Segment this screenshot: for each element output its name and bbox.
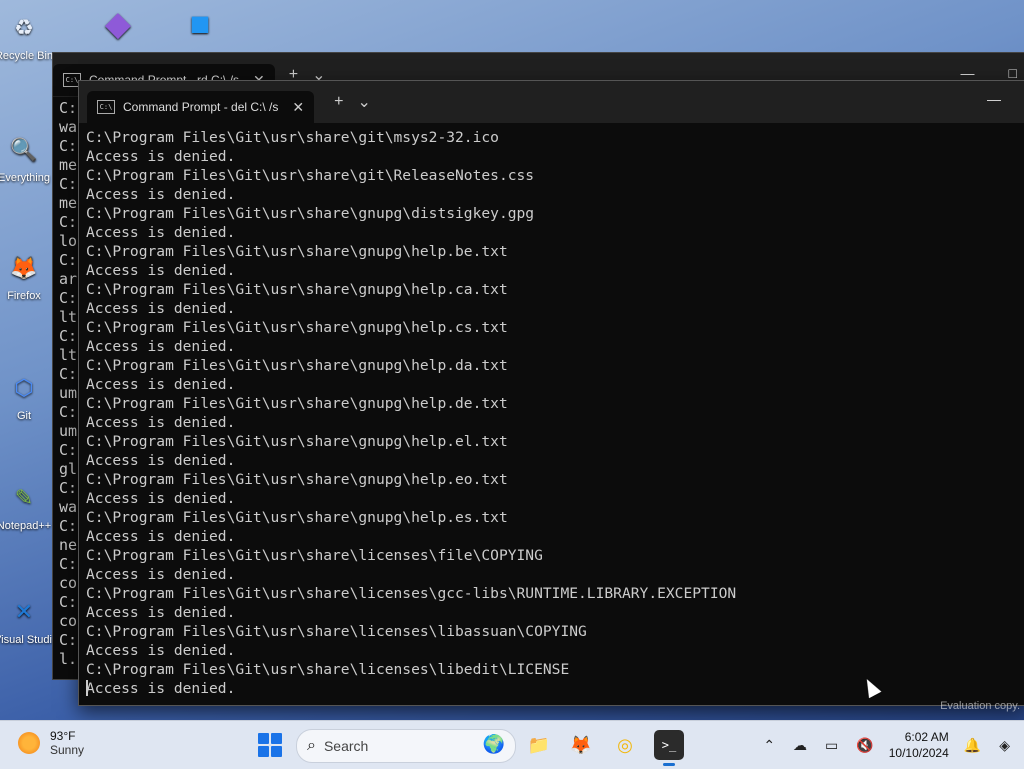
app-icon: ✕ <box>14 599 34 624</box>
weather-widget[interactable]: 93°F Sunny <box>18 729 84 757</box>
terminal-line-text: Access is denied. <box>86 680 236 697</box>
tab-dropdown-button[interactable]: ⌄ <box>357 92 370 112</box>
weather-temperature: 93°F <box>50 729 76 743</box>
app-icon: ◆ <box>104 5 132 43</box>
app-icon: ⬡ <box>14 375 34 400</box>
terminal-line: Access is denied. <box>86 452 236 469</box>
terminal-line: C:\Program Files\Git\usr\share\gnupg\hel… <box>86 395 508 412</box>
desktop-icon-label: Visual Studio Code <box>0 634 88 646</box>
terminal-line: C:\Program Files\Git\usr\share\gnupg\hel… <box>86 281 508 298</box>
minimize-button[interactable]: — <box>987 91 1001 107</box>
new-tab-button[interactable]: + <box>334 93 343 111</box>
app-icon: 🦊 <box>10 255 38 280</box>
terminal-line: Access is denied. <box>86 414 236 431</box>
terminal-line: C:\Program Files\Git\usr\share\git\msys2… <box>86 129 499 146</box>
search-highlight-icon: 🌍 <box>482 734 505 754</box>
maximize-button[interactable]: □ <box>1009 65 1017 81</box>
terminal-line: Access is denied. <box>86 376 236 393</box>
onedrive-icon[interactable]: ☁ <box>793 737 807 754</box>
tab-command-prompt-del[interactable]: C:\ Command Prompt - del C:\ /s ✕ <box>87 91 315 123</box>
terminal-line: Access is denied. <box>86 224 236 241</box>
cmd-icon: C:\ <box>97 100 115 114</box>
terminal-line: C:\Program Files\Git\usr\share\licenses\… <box>86 547 543 564</box>
desktop-icon-label: Notepad++ <box>0 520 52 532</box>
visual-studio-icon[interactable]: ◆ <box>88 4 148 46</box>
taskbar-search-box[interactable]: ⌕ Search 🌍 <box>296 729 516 763</box>
terminal-line: Access is denied. <box>86 262 236 279</box>
start-button[interactable] <box>258 733 282 757</box>
desktop-icon[interactable]: ⬡ Git <box>0 368 54 422</box>
copilot-icon[interactable]: ◈ <box>999 737 1010 754</box>
firefox-icon[interactable]: 🦊 <box>566 730 596 760</box>
terminal-line: Access is denied. <box>86 642 236 659</box>
terminal-line: C:\Program Files\Git\usr\share\gnupg\hel… <box>86 319 508 336</box>
sun-icon <box>18 732 40 754</box>
file-explorer-icon[interactable]: 📁 <box>524 730 554 760</box>
foreground-terminal-window[interactable]: C:\ Command Prompt - del C:\ /s ✕ + ⌄ — … <box>78 80 1024 706</box>
close-tab-icon[interactable]: ✕ <box>292 99 304 116</box>
minimize-button[interactable]: — <box>961 65 975 81</box>
show-hidden-icons-button[interactable]: ⌃ <box>763 737 775 754</box>
app-icon: ■ <box>189 4 211 43</box>
roblox-icon[interactable]: ■ <box>170 4 230 46</box>
desktop-icon[interactable]: 🔍 Everything <box>0 130 54 184</box>
clock-time: 6:02 AM <box>904 730 949 744</box>
terminal-line: Access is denied. <box>86 528 236 545</box>
terminal-line: C:\Program Files\Git\usr\share\licenses\… <box>86 661 570 678</box>
terminal-line: C:\Program Files\Git\usr\share\licenses\… <box>86 585 737 602</box>
terminal-line: Access is denied. <box>86 148 236 165</box>
clock-date: 10/10/2024 <box>888 746 949 760</box>
desktop-icon-label: Recycle Bin <box>0 50 54 62</box>
volume-muted-icon[interactable]: 🔇 <box>856 737 873 754</box>
search-icon: ⌕ <box>307 737 316 754</box>
desktop-icon[interactable]: 🦊 Firefox <box>0 248 54 302</box>
desktop-icon[interactable]: ♻ Recycle Bin <box>0 8 54 62</box>
system-tray: ⌃ ☁ ▭ 🔇 6:02 AM 10/10/2024 🔔 ◈ <box>754 721 1024 769</box>
desktop-icon-label: Firefox <box>7 290 41 302</box>
terminal-line: Access is denied. <box>86 566 236 583</box>
app-icon: ♻ <box>14 15 34 40</box>
clock[interactable]: 6:02 AM 10/10/2024 <box>889 729 949 761</box>
search-placeholder: Search <box>323 738 369 754</box>
everything-icon[interactable]: ◎ <box>610 730 640 760</box>
terminal-line: C:\Program Files\Git\usr\share\gnupg\hel… <box>86 433 508 450</box>
network-icon[interactable]: ▭ <box>825 737 838 754</box>
terminal-line: Access is denied. <box>86 604 236 621</box>
app-icon: 🔍 <box>10 137 38 162</box>
app-icon: ✎ <box>14 485 34 510</box>
evaluation-watermark: Evaluation copy. <box>940 700 1020 712</box>
tab-title: Command Prompt - del C:\ /s <box>123 100 279 114</box>
terminal-line: C:\Program Files\Git\usr\share\licenses\… <box>86 623 587 640</box>
taskbar: 93°F Sunny ⌕ Search 🌍 📁 🦊 ◎ >_ ⌃ ☁ ▭ 🔇 6:02… <box>0 720 1024 769</box>
terminal-line-current: Access is denied. <box>86 679 1024 698</box>
terminal-line: C:\Program Files\Git\usr\share\gnupg\hel… <box>86 357 508 374</box>
terminal-icon[interactable]: >_ <box>654 730 684 766</box>
desktop-icon[interactable]: ✎ Notepad++ <box>0 478 54 532</box>
desktop-icon-label: Git <box>16 410 32 422</box>
terminal-line: C:\Program Files\Git\usr\share\gnupg\dis… <box>86 205 535 222</box>
windows-logo-icon <box>258 733 269 744</box>
desktop-icon-label: Everything <box>0 172 50 184</box>
terminal-line: Access is denied. <box>86 490 236 507</box>
title-bar[interactable]: C:\ Command Prompt - del C:\ /s ✕ + ⌄ — <box>79 81 1024 123</box>
terminal-line: Access is denied. <box>86 338 236 355</box>
notification-bell-icon[interactable]: 🔔 <box>964 737 981 754</box>
terminal-line: C:\Program Files\Git\usr\share\git\Relea… <box>86 167 535 184</box>
weather-condition: Sunny <box>50 743 85 757</box>
desktop-icon[interactable]: ✕ Visual Studio Code <box>0 592 88 646</box>
terminal-line: Access is denied. <box>86 300 236 317</box>
terminal-output[interactable]: C:\Program Files\Git\usr\share\git\msys2… <box>86 128 1024 705</box>
terminal-line: C:\Program Files\Git\usr\share\gnupg\hel… <box>86 509 508 526</box>
terminal-line: C:\Program Files\Git\usr\share\gnupg\hel… <box>86 471 508 488</box>
terminal-line: C:\Program Files\Git\usr\share\gnupg\hel… <box>86 243 508 260</box>
terminal-line: Access is denied. <box>86 186 236 203</box>
